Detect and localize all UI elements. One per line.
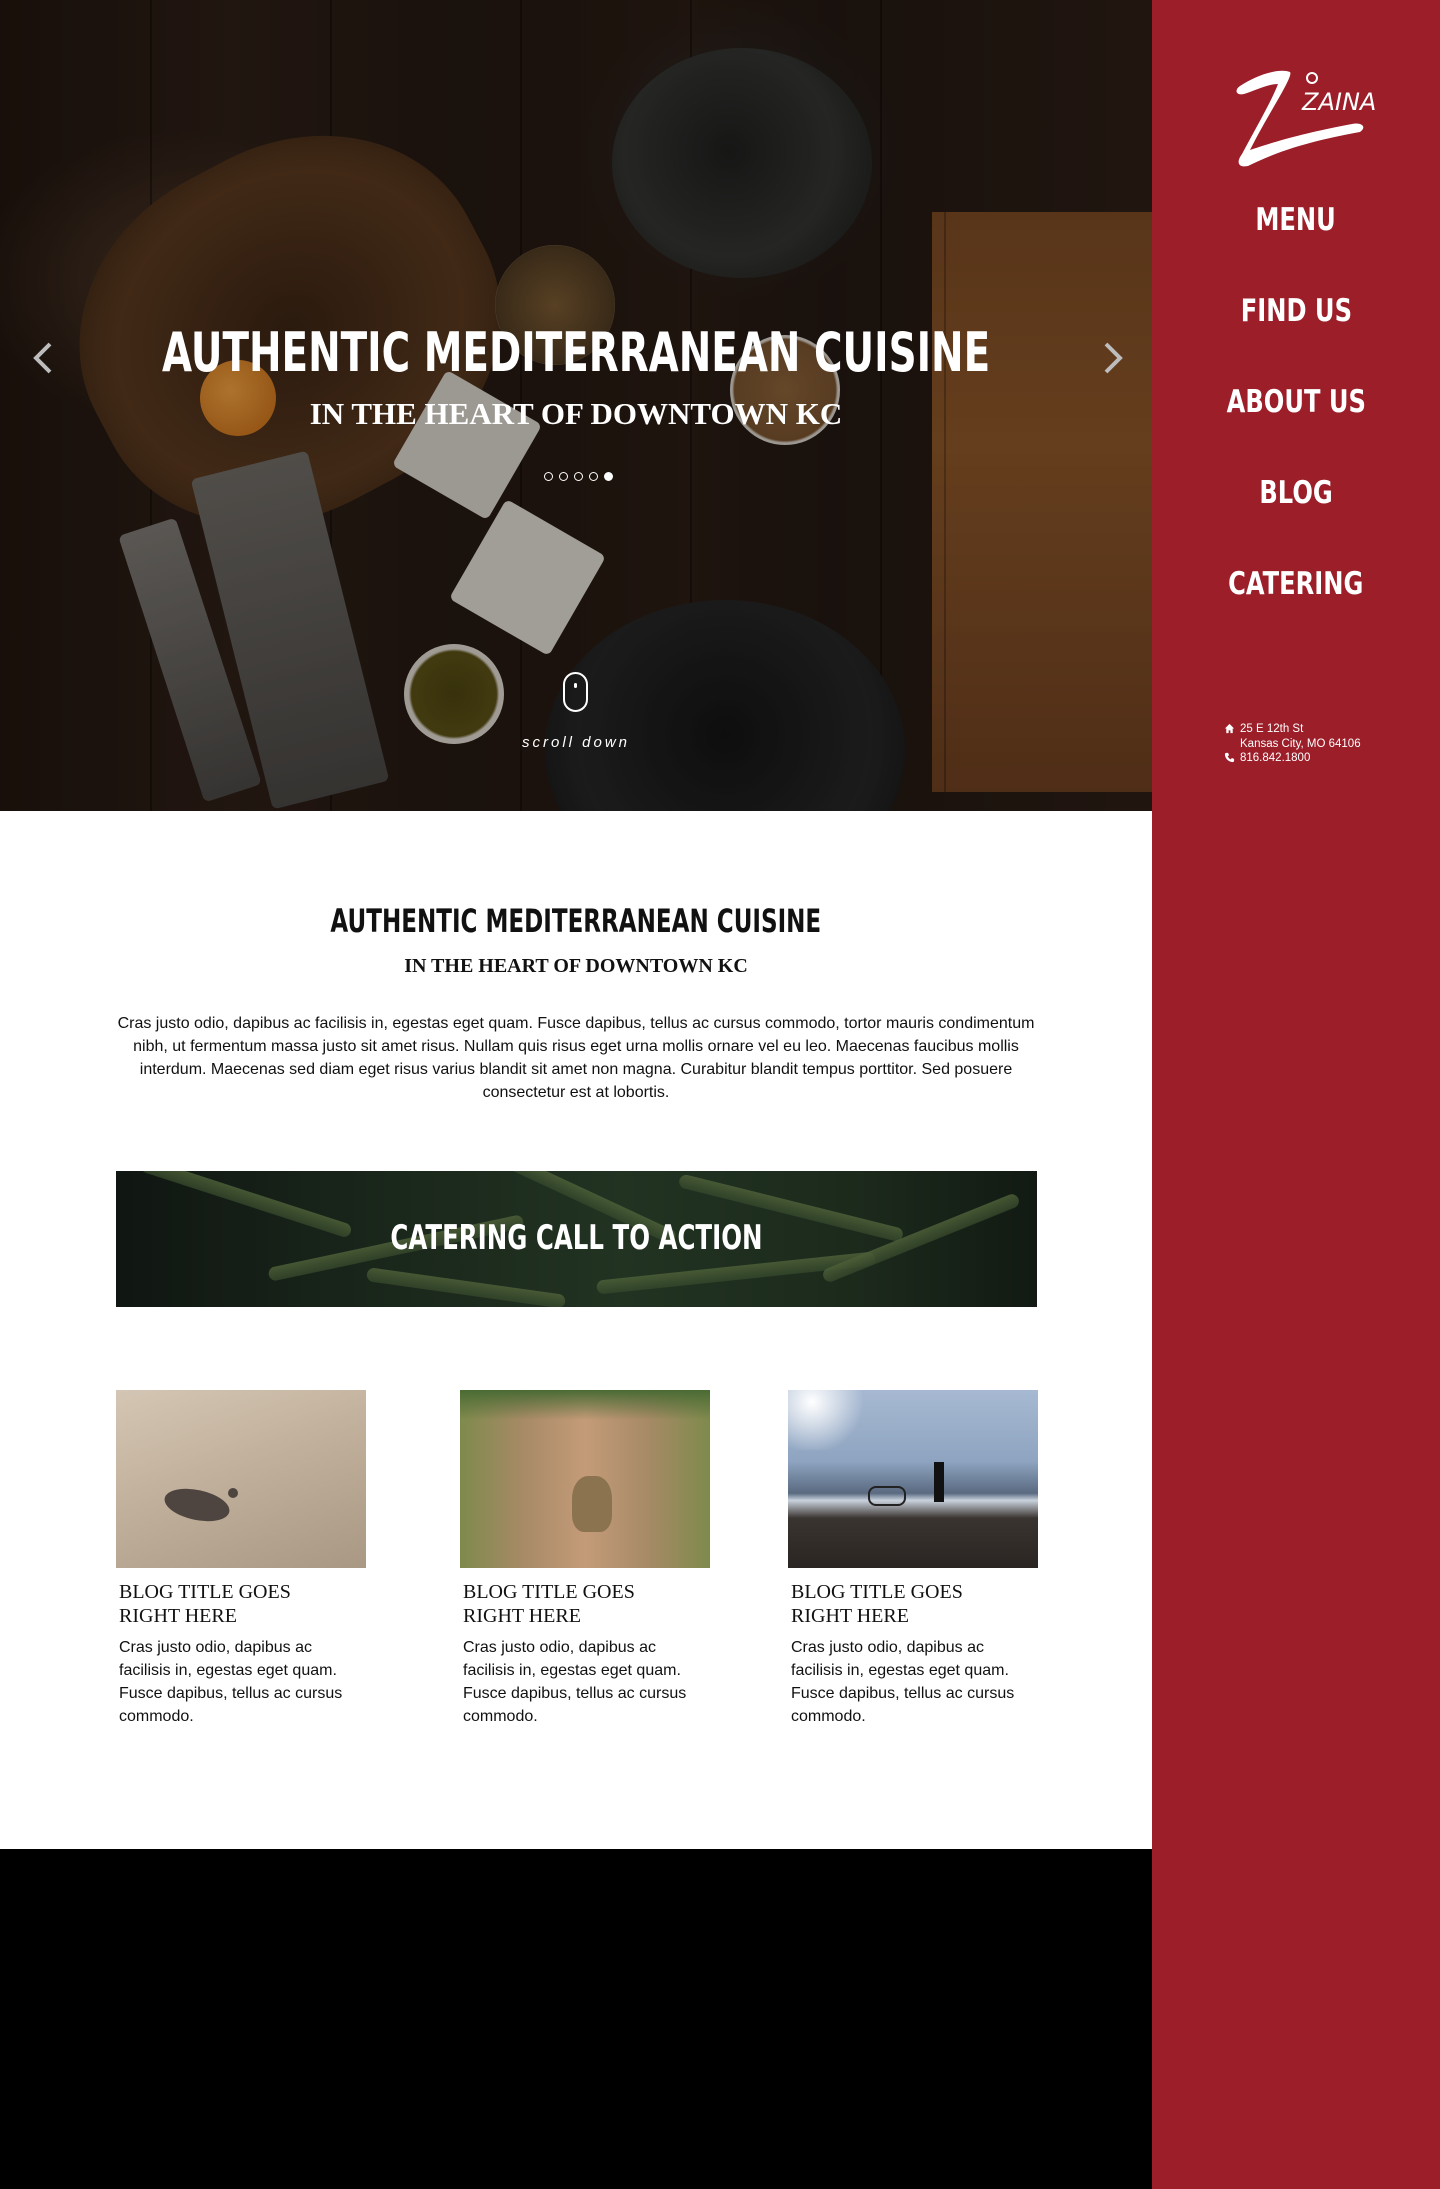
intro-body: Cras justo odio, dapibus ac facilisis in… (117, 1015, 1035, 1101)
chevron-right-icon (1104, 342, 1123, 374)
slider-dot[interactable] (589, 472, 598, 481)
slider-prev-button[interactable] (24, 336, 64, 380)
main-nav: MENU FIND US ABOUT US BLOG CATERING (1152, 186, 1440, 641)
address-line1: 25 E 12th St (1240, 723, 1304, 735)
phone-icon (1224, 752, 1235, 763)
blog-post-card: BLOG TITLE GOES RIGHT HERE Cras justo odi… (116, 1390, 366, 1728)
blog-post-card: BLOG TITLE GOES RIGHT HERE Cras justo odi… (460, 1390, 710, 1728)
nav-item-menu: MENU (1152, 186, 1440, 277)
blog-post-title[interactable]: BLOG TITLE GOES RIGHT HERE (119, 1580, 366, 1628)
blog-post-excerpt: Cras justo odio, dapibus ac facilisis in… (119, 1639, 343, 1725)
sidebar: ZAINA MENU FIND US ABOUT US BLOG CATERIN… (1152, 0, 1440, 2189)
slider-dot[interactable] (574, 472, 583, 481)
nav-link-about-us[interactable]: ABOUT US (1226, 368, 1365, 436)
footer (0, 1849, 1152, 2189)
slider-dot-active[interactable] (604, 472, 613, 481)
bicycle-image (868, 1486, 906, 1506)
logo[interactable]: ZAINA (1228, 58, 1378, 170)
nav-item-find-us: FIND US (1152, 277, 1440, 368)
nav-link-catering[interactable]: CATERING (1228, 550, 1363, 618)
slider-dot[interactable] (544, 472, 553, 481)
hero-subtitle: IN THE HEART OF DOWNTOWN KC (309, 396, 843, 431)
hero-slider: AUTHENTIC MEDITERRANEAN CUISINE IN THE H… (0, 0, 1152, 811)
phone-link[interactable]: 816.842.1800 (1240, 752, 1310, 764)
blog-post-title[interactable]: BLOG TITLE GOES RIGHT HERE (791, 1580, 1038, 1628)
slider-dot[interactable] (559, 472, 568, 481)
blog-post-title[interactable]: BLOG TITLE GOES RIGHT HERE (463, 1580, 710, 1628)
address-line2: Kansas City, MO 64106 (1240, 737, 1361, 750)
contact-info: 25 E 12th St Kansas City, MO 64106 816.8… (1222, 722, 1361, 766)
catering-cta-banner[interactable]: CATERING CALL TO ACTION (116, 1171, 1037, 1307)
person-silhouette-image (934, 1462, 944, 1502)
intro-subtitle: IN THE HEART OF DOWNTOWN KC (404, 955, 748, 977)
blog-thumbnail-lake[interactable] (788, 1390, 1038, 1568)
green-bean-image (365, 1267, 567, 1307)
slider-next-button[interactable] (1092, 336, 1132, 380)
cta-label: CATERING CALL TO ACTION (390, 1218, 763, 1258)
slider-dots (544, 468, 619, 482)
nav-item-about-us: ABOUT US (1152, 368, 1440, 459)
home-icon (1224, 723, 1235, 734)
logo-wordmark: ZAINA (1301, 88, 1376, 116)
chevron-left-icon (33, 342, 52, 374)
leopard-image (572, 1476, 612, 1532)
footprint-image (161, 1483, 233, 1527)
mouse-icon[interactable] (563, 672, 588, 712)
nav-item-blog: BLOG (1152, 459, 1440, 550)
intro-title: AUTHENTIC MEDITERRANEAN CUISINE (330, 902, 822, 940)
nav-link-blog[interactable]: BLOG (1259, 459, 1332, 527)
zaina-logo-icon: ZAINA (1236, 70, 1376, 167)
address-row: 25 E 12th St Kansas City, MO 64106 (1222, 722, 1361, 751)
blog-post-card: BLOG TITLE GOES RIGHT HERE Cras justo odi… (788, 1390, 1038, 1728)
bush-image (460, 1390, 710, 1420)
sun-glare-image (788, 1390, 868, 1450)
hero-title: AUTHENTIC MEDITERRANEAN CUISINE (161, 321, 991, 384)
blog-thumbnail-leopard[interactable] (460, 1390, 710, 1568)
blog-post-excerpt: Cras justo odio, dapibus ac facilisis in… (791, 1639, 1015, 1725)
nav-link-find-us[interactable]: FIND US (1240, 277, 1351, 345)
blog-thumbnail-footprint[interactable] (116, 1390, 366, 1568)
scroll-down-label[interactable]: scroll down (0, 734, 1152, 751)
phone-row: 816.842.1800 (1222, 751, 1361, 766)
blog-post-excerpt: Cras justo odio, dapibus ac facilisis in… (463, 1639, 687, 1725)
toe-print-image (228, 1488, 238, 1498)
nav-link-menu[interactable]: MENU (1256, 186, 1336, 254)
nav-item-catering: CATERING (1152, 550, 1440, 641)
